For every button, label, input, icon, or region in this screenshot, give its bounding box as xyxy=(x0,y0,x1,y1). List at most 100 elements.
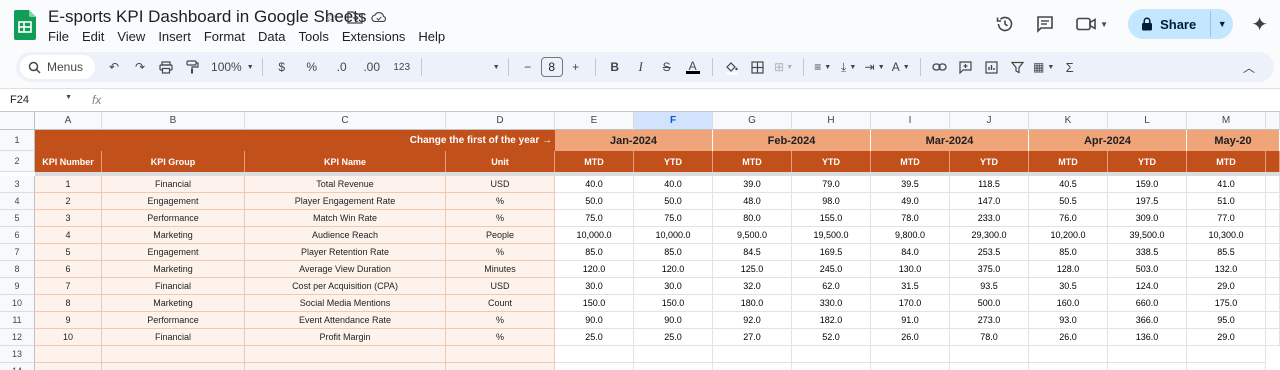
table-cell[interactable]: 180.0 xyxy=(713,295,792,312)
table-cell[interactable]: 120.0 xyxy=(634,261,713,278)
table-cell[interactable]: 50.5 xyxy=(1029,193,1108,210)
increase-decimal-button[interactable]: .00 xyxy=(361,55,383,79)
table-cell[interactable] xyxy=(1266,312,1280,329)
column-header-b[interactable]: B xyxy=(102,112,245,130)
table-cell[interactable]: 2 xyxy=(35,193,102,210)
font-size-decrease-button[interactable]: − xyxy=(517,55,539,79)
menu-help[interactable]: Help xyxy=(418,29,445,44)
table-cell[interactable]: 10,000.0 xyxy=(555,227,634,244)
table-cell[interactable]: 50.0 xyxy=(555,193,634,210)
empty-cell[interactable] xyxy=(446,346,555,363)
table-cell[interactable]: 10 xyxy=(35,329,102,346)
version-history-icon[interactable] xyxy=(994,13,1016,35)
empty-cell[interactable] xyxy=(245,346,446,363)
table-cell[interactable]: 90.0 xyxy=(634,312,713,329)
table-cell[interactable]: 93.5 xyxy=(950,278,1029,295)
row-header-10[interactable]: 10 xyxy=(0,295,35,312)
share-dropdown-icon[interactable]: ▼ xyxy=(1211,9,1233,39)
number-format-button[interactable]: 123 xyxy=(391,55,413,79)
redo-icon[interactable]: ↷ xyxy=(129,55,151,79)
table-cell[interactable]: 175.0 xyxy=(1187,295,1266,312)
table-cell[interactable]: 338.5 xyxy=(1108,244,1187,261)
table-cell[interactable]: 150.0 xyxy=(555,295,634,312)
table-cell[interactable]: 51.0 xyxy=(1187,193,1266,210)
currency-format-button[interactable]: $ xyxy=(271,55,293,79)
table-cell[interactable]: 91.0 xyxy=(871,312,950,329)
table-cell[interactable] xyxy=(1266,261,1280,278)
insert-chart-icon[interactable] xyxy=(981,55,1003,79)
table-cell[interactable]: 8 xyxy=(35,295,102,312)
menu-data[interactable]: Data xyxy=(258,29,285,44)
table-cell[interactable]: USD xyxy=(446,176,555,193)
table-cell[interactable]: 30.5 xyxy=(1029,278,1108,295)
table-cell[interactable]: 10,200.0 xyxy=(1029,227,1108,244)
table-cell[interactable]: 84.5 xyxy=(713,244,792,261)
empty-cell[interactable] xyxy=(1187,363,1266,370)
table-cell[interactable]: Player Engagement Rate xyxy=(245,193,446,210)
table-cell[interactable]: Profit Margin xyxy=(245,329,446,346)
table-cell[interactable] xyxy=(1266,176,1280,193)
merge-cells-icon[interactable]: ⊞ ▼ xyxy=(773,55,795,79)
print-icon[interactable] xyxy=(155,55,177,79)
table-cell[interactable]: % xyxy=(446,193,555,210)
collapse-toolbar-icon[interactable]: ︿ xyxy=(1238,55,1260,79)
row-header-14[interactable]: 14 xyxy=(0,363,35,370)
strikethrough-button[interactable]: S xyxy=(656,55,678,79)
column-header-a[interactable]: A xyxy=(35,112,102,130)
table-cell[interactable]: Player Retention Rate xyxy=(245,244,446,261)
table-cell[interactable]: 132.0 xyxy=(1187,261,1266,278)
table-cell[interactable]: 49.0 xyxy=(871,193,950,210)
empty-cell[interactable] xyxy=(1029,363,1108,370)
table-cell[interactable]: % xyxy=(446,329,555,346)
table-cell[interactable]: % xyxy=(446,244,555,261)
name-box[interactable]: F24 ▼ xyxy=(0,94,78,106)
table-cell[interactable]: 39,500.0 xyxy=(1108,227,1187,244)
empty-cell[interactable] xyxy=(713,346,792,363)
row-header-8[interactable]: 8 xyxy=(0,261,35,278)
table-cell[interactable]: 159.0 xyxy=(1108,176,1187,193)
table-cell[interactable]: 29.0 xyxy=(1187,329,1266,346)
table-cell[interactable]: 52.0 xyxy=(792,329,871,346)
undo-icon[interactable]: ↶ xyxy=(103,55,125,79)
row-header-13[interactable]: 13 xyxy=(0,346,35,363)
table-cell[interactable]: % xyxy=(446,312,555,329)
table-cell[interactable]: 78.0 xyxy=(950,329,1029,346)
empty-cell[interactable] xyxy=(1108,363,1187,370)
horizontal-align-icon[interactable]: ≡ ▼ xyxy=(812,55,834,79)
column-header-e[interactable]: E xyxy=(555,112,634,130)
table-cell[interactable]: 9,500.0 xyxy=(713,227,792,244)
table-cell[interactable]: 85.5 xyxy=(1187,244,1266,261)
table-cell[interactable]: 40.0 xyxy=(634,176,713,193)
table-cell[interactable]: 6 xyxy=(35,261,102,278)
row-header-5[interactable]: 5 xyxy=(0,210,35,227)
menu-extensions[interactable]: Extensions xyxy=(342,29,406,44)
table-cell[interactable]: 30.0 xyxy=(634,278,713,295)
column-header-g[interactable]: G xyxy=(713,112,792,130)
table-cell[interactable]: 253.5 xyxy=(950,244,1029,261)
table-cell[interactable]: Financial xyxy=(102,329,245,346)
font-size-input[interactable]: 8 xyxy=(540,57,563,77)
table-cell[interactable]: 273.0 xyxy=(950,312,1029,329)
table-cell[interactable]: 169.5 xyxy=(792,244,871,261)
row-header-7[interactable]: 7 xyxy=(0,244,35,261)
menu-file[interactable]: File xyxy=(48,29,69,44)
table-cell[interactable]: 147.0 xyxy=(950,193,1029,210)
table-cell[interactable]: 90.0 xyxy=(555,312,634,329)
empty-cell[interactable] xyxy=(555,346,634,363)
table-cell[interactable]: 182.0 xyxy=(792,312,871,329)
table-cell[interactable] xyxy=(1266,295,1280,312)
table-cell[interactable]: Engagement xyxy=(102,244,245,261)
empty-cell[interactable] xyxy=(871,363,950,370)
table-cell[interactable]: 76.0 xyxy=(1029,210,1108,227)
table-cell[interactable]: 77.0 xyxy=(1187,210,1266,227)
empty-cell[interactable] xyxy=(1108,346,1187,363)
table-cell[interactable]: USD xyxy=(446,278,555,295)
table-cell[interactable]: 95.0 xyxy=(1187,312,1266,329)
empty-cell[interactable] xyxy=(634,346,713,363)
table-cell[interactable]: 85.0 xyxy=(555,244,634,261)
row-header-3[interactable]: 3 xyxy=(0,176,35,193)
table-cell[interactable]: 75.0 xyxy=(634,210,713,227)
spreadsheet-grid[interactable]: ABCDEFGHIJKLM1234567891011121314Change t… xyxy=(0,112,1280,370)
table-cell[interactable]: Financial xyxy=(102,176,245,193)
column-header-i[interactable]: I xyxy=(871,112,950,130)
